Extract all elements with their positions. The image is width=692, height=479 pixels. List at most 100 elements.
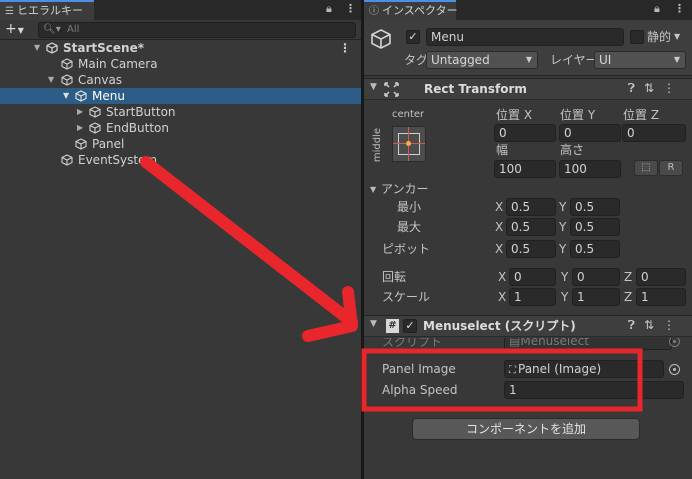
component-tools[interactable]: ❓︎⇅⋮	[628, 81, 684, 96]
panel-image-field[interactable]: ⛶ Panel (Image)	[504, 360, 664, 378]
more-menu-icon[interactable]: ⋮	[345, 2, 356, 15]
anchor-v-label: middle	[372, 128, 383, 163]
rotation-y-field[interactable]: 0	[572, 268, 620, 286]
anchor-max-label: 最大	[397, 220, 422, 234]
menuselect-title: Menuselect (スクリプト)	[423, 319, 576, 333]
preset-icon[interactable]: ⇅	[644, 81, 663, 95]
layer-value: UI	[599, 53, 612, 67]
hierarchy-search-input[interactable]: 🔍︎▾ All	[38, 22, 356, 38]
blueprint-mode-button[interactable]: ⬚	[634, 160, 658, 176]
scale-label: スケール	[382, 290, 431, 304]
menuselect-header[interactable]: ▼ # ✓ Menuselect (スクリプト) ❓︎⇅⋮	[364, 315, 692, 337]
tree-row-startscene[interactable]: ▼ StartScene* ⋮	[0, 40, 361, 56]
lock-icon[interactable]: 🔒︎	[654, 2, 660, 16]
dropdown-arrow-icon: ▼	[673, 55, 680, 64]
axis-z-label: Z	[624, 290, 633, 304]
more-menu-icon[interactable]: ⋮	[674, 2, 685, 15]
preset-icon[interactable]: ⇅	[644, 318, 663, 332]
inspector-tab[interactable]: ⓘ インスペクター	[364, 0, 458, 20]
tree-row-menu[interactable]: ▼ Menu	[0, 88, 361, 104]
anchor-preset-button[interactable]	[392, 126, 426, 162]
axis-z-label: Z	[624, 270, 633, 284]
pivot-y-field[interactable]: 0.5	[570, 240, 620, 258]
tag-dropdown[interactable]: Untagged ▼	[426, 51, 538, 69]
tree-label: Panel	[92, 137, 125, 151]
pos-x-field[interactable]: 0	[494, 124, 556, 142]
pivot-x-field[interactable]: 0.5	[506, 240, 556, 258]
axis-x-label: X	[495, 242, 504, 256]
lock-icon[interactable]: 🔒︎	[326, 2, 332, 16]
gameobject-icon	[61, 58, 73, 70]
anchor-min-y-field[interactable]: 0.5	[570, 198, 620, 216]
object-name-field[interactable]: Menu	[426, 28, 624, 46]
inspector-tab-label: インスペクター	[382, 4, 458, 17]
scale-x-field[interactable]: 1	[509, 288, 556, 306]
hierarchy-tab[interactable]: ☰ ヒエラルキー	[0, 0, 94, 20]
layer-dropdown[interactable]: UI ▼	[594, 51, 686, 69]
axis-y-label: Y	[559, 220, 567, 234]
tree-label: StartButton	[106, 105, 176, 119]
component-enabled-checkbox[interactable]: ✓	[403, 319, 417, 333]
alpha-speed-label: Alpha Speed	[382, 383, 458, 397]
inspector-tabbar: ⓘ インスペクター 🔒︎ ⋮	[364, 0, 692, 20]
scale-y-field[interactable]: 1	[572, 288, 620, 306]
axis-y-label: Y	[559, 200, 567, 214]
component-tools[interactable]: ❓︎⇅⋮	[628, 318, 684, 333]
anchor-max-x-field[interactable]: 0.5	[506, 218, 556, 236]
expand-arrow-icon[interactable]: ▼	[63, 88, 69, 104]
expand-arrow-icon[interactable]: ▼	[34, 40, 40, 56]
active-checkbox[interactable]: ✓	[406, 30, 420, 44]
script-label: スクリプト	[382, 338, 443, 349]
create-button-label: +	[5, 21, 17, 37]
tree-row-canvas[interactable]: ▼ Canvas	[0, 72, 361, 88]
tree-row-panel[interactable]: Panel	[0, 136, 361, 152]
pos-x-label: 位置 X	[496, 108, 533, 122]
help-icon[interactable]: ❓︎	[628, 318, 644, 332]
rotation-z-field[interactable]: 0	[636, 268, 686, 286]
anchor-min-label: 最小	[397, 200, 422, 214]
anchor-min-x-field[interactable]: 0.5	[506, 198, 556, 216]
script-icon: #	[386, 319, 399, 333]
expand-arrow-icon[interactable]: ▼	[48, 72, 54, 88]
collapse-arrow-icon[interactable]: ▶	[77, 120, 83, 136]
fold-arrow-icon[interactable]: ▼	[370, 319, 377, 329]
component-menu-icon[interactable]: ⋮	[663, 81, 684, 95]
scale-z-field[interactable]: 1	[636, 288, 686, 306]
axis-y-label: Y	[561, 270, 569, 284]
pos-z-field[interactable]: 0	[622, 124, 686, 142]
anchors-fold-arrow-icon[interactable]: ▼	[370, 182, 376, 198]
fold-arrow-icon[interactable]: ▼	[370, 82, 377, 92]
raw-edit-button[interactable]: R	[659, 160, 683, 176]
anchor-center-dot	[406, 141, 411, 146]
tree-row-endbutton[interactable]: ▶ EndButton	[0, 120, 361, 136]
scene-menu-icon[interactable]: ⋮	[339, 40, 351, 56]
object-picker-icon[interactable]	[669, 364, 680, 375]
hierarchy-tab-label: ヒエラルキー	[16, 4, 83, 17]
anchors-label: アンカー	[381, 182, 429, 196]
width-field[interactable]: 100	[494, 160, 556, 178]
collapse-arrow-icon[interactable]: ▶	[77, 104, 83, 120]
component-menu-icon[interactable]: ⋮	[663, 318, 684, 332]
help-icon[interactable]: ❓︎	[628, 81, 644, 95]
anchor-max-y-field[interactable]: 0.5	[570, 218, 620, 236]
height-field[interactable]: 100	[559, 160, 621, 178]
pos-y-field[interactable]: 0	[559, 124, 621, 142]
rotation-x-field[interactable]: 0	[509, 268, 556, 286]
add-component-button[interactable]: コンポーネントを追加	[412, 418, 640, 440]
tree-row-startbutton[interactable]: ▶ StartButton	[0, 104, 361, 120]
create-button[interactable]: +▼	[5, 21, 24, 39]
rect-transform-header[interactable]: ▼ Rect Transform ❓︎⇅⋮	[364, 78, 692, 100]
script-picker-icon	[669, 338, 680, 347]
dropdown-arrow-icon: ▼	[525, 55, 532, 64]
static-dropdown-icon[interactable]: ▼	[674, 29, 680, 45]
tag-value: Untagged	[431, 53, 490, 67]
tree-label: EndButton	[106, 121, 169, 135]
static-checkbox[interactable]	[630, 30, 644, 44]
tree-row-main-camera[interactable]: Main Camera	[0, 56, 361, 72]
alpha-speed-field[interactable]: 1	[504, 381, 684, 399]
tree-row-eventsystem[interactable]: EventSystem	[0, 152, 361, 168]
axis-x-label: X	[498, 290, 507, 304]
image-icon: ⛶	[509, 365, 516, 376]
tree-label: EventSystem	[78, 153, 158, 167]
gameobject-icon	[75, 138, 87, 150]
